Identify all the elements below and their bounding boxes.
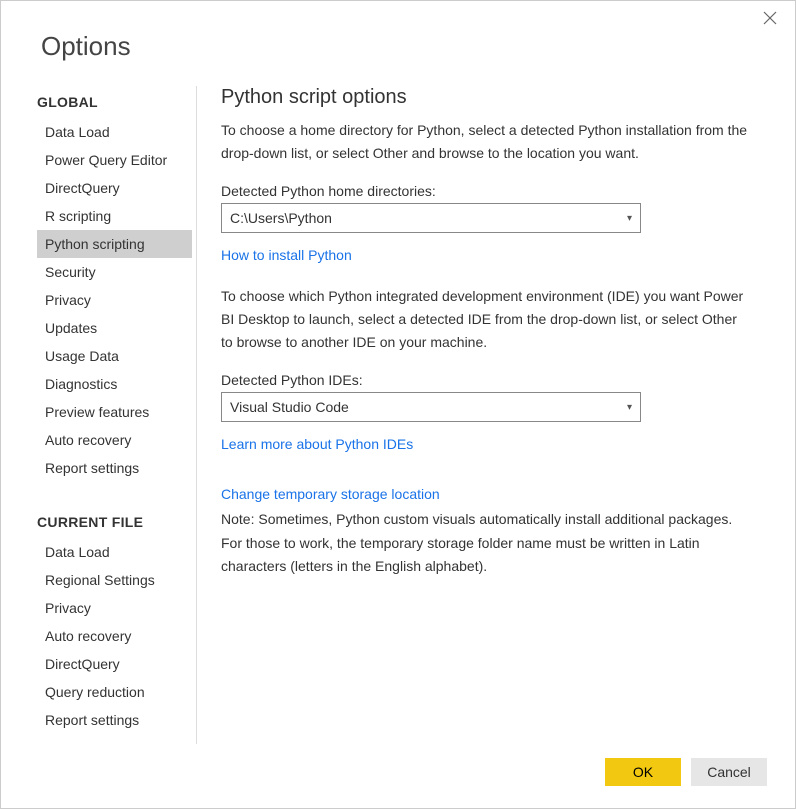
ide-label: Detected Python IDEs: <box>221 372 751 388</box>
cancel-button[interactable]: Cancel <box>691 758 767 786</box>
sidebar-item-data-load[interactable]: Data Load <box>37 118 192 146</box>
sidebar-item-cf-directquery[interactable]: DirectQuery <box>37 650 192 678</box>
sidebar-item-cf-privacy[interactable]: Privacy <box>37 594 192 622</box>
sidebar-item-diagnostics[interactable]: Diagnostics <box>37 370 192 398</box>
sidebar: GLOBAL Data Load Power Query Editor Dire… <box>37 86 197 744</box>
sidebar-item-power-query-editor[interactable]: Power Query Editor <box>37 146 192 174</box>
change-storage-link[interactable]: Change temporary storage location <box>221 486 440 502</box>
sidebar-item-auto-recovery[interactable]: Auto recovery <box>37 426 192 454</box>
sidebar-header-global: GLOBAL <box>37 86 192 118</box>
ide-value: Visual Studio Code <box>230 399 349 415</box>
sidebar-item-cf-query-reduction[interactable]: Query reduction <box>37 678 192 706</box>
dialog-title: Options <box>1 1 795 86</box>
sidebar-item-privacy[interactable]: Privacy <box>37 286 192 314</box>
sidebar-item-cf-report-settings[interactable]: Report settings <box>37 706 192 734</box>
sidebar-item-python-scripting[interactable]: Python scripting <box>37 230 192 258</box>
sidebar-item-report-settings[interactable]: Report settings <box>37 454 192 482</box>
chevron-down-icon: ▾ <box>627 213 632 224</box>
content-pane: Python script options To choose a home d… <box>197 86 775 744</box>
sidebar-header-current-file: CURRENT FILE <box>37 506 192 538</box>
sidebar-item-updates[interactable]: Updates <box>37 314 192 342</box>
install-python-link[interactable]: How to install Python <box>221 247 352 263</box>
home-dir-label: Detected Python home directories: <box>221 183 751 199</box>
close-button[interactable] <box>763 11 783 31</box>
learn-ide-link[interactable]: Learn more about Python IDEs <box>221 436 413 452</box>
ok-button[interactable]: OK <box>605 758 681 786</box>
content-heading: Python script options <box>221 86 751 109</box>
sidebar-item-cf-regional-settings[interactable]: Regional Settings <box>37 566 192 594</box>
sidebar-item-usage-data[interactable]: Usage Data <box>37 342 192 370</box>
sidebar-item-preview-features[interactable]: Preview features <box>37 398 192 426</box>
ide-dropdown[interactable]: Visual Studio Code ▾ <box>221 392 641 422</box>
storage-note: Note: Sometimes, Python custom visuals a… <box>221 508 751 577</box>
options-dialog: Options GLOBAL Data Load Power Query Edi… <box>0 0 796 809</box>
sidebar-item-directquery[interactable]: DirectQuery <box>37 174 192 202</box>
home-dir-dropdown[interactable]: C:\Users\Python ▾ <box>221 203 641 233</box>
ide-intro-text: To choose which Python integrated develo… <box>221 285 751 354</box>
close-icon <box>763 11 777 25</box>
intro-text: To choose a home directory for Python, s… <box>221 119 751 165</box>
sidebar-item-cf-data-load[interactable]: Data Load <box>37 538 192 566</box>
chevron-down-icon: ▾ <box>627 402 632 413</box>
home-dir-value: C:\Users\Python <box>230 210 332 226</box>
dialog-footer: OK Cancel <box>1 744 795 808</box>
sidebar-item-r-scripting[interactable]: R scripting <box>37 202 192 230</box>
sidebar-item-security[interactable]: Security <box>37 258 192 286</box>
sidebar-item-cf-auto-recovery[interactable]: Auto recovery <box>37 622 192 650</box>
